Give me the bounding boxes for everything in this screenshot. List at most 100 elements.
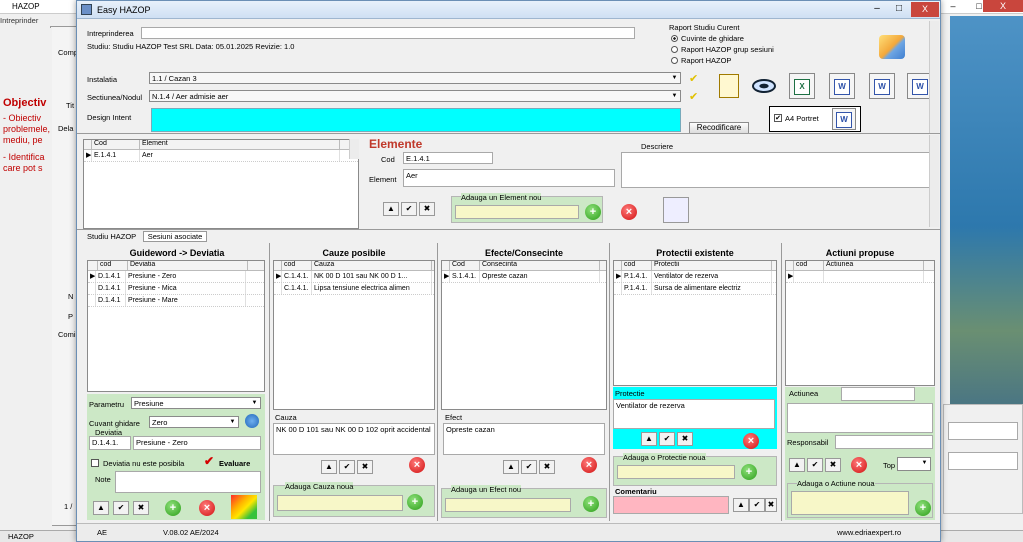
tab-sesiuni-asociate[interactable]: Sesiuni asociate [143, 231, 207, 242]
guideword-grid[interactable]: cod Deviatia ▶ D.1.4.1 Presiune - Zero D.1.… [87, 260, 265, 392]
cancel-x-button[interactable]: ✖ [539, 460, 555, 474]
cancel-x-button[interactable]: ✖ [677, 432, 693, 446]
raport-option-2[interactable]: Raport HAZOP [671, 56, 771, 66]
window-titlebar[interactable]: Easy HAZOP – □ X [77, 1, 940, 19]
actiunea-field[interactable] [787, 403, 933, 433]
taskbar-label[interactable]: HAZOP [8, 532, 34, 541]
actiunea-code-field[interactable] [841, 387, 915, 401]
raport-option-0[interactable]: Cuvinte de ghidare [671, 34, 771, 44]
deviatia-field[interactable]: Presiune - Zero [133, 436, 261, 450]
word-portrait-icon[interactable]: W [832, 108, 856, 130]
cauze-grid[interactable]: cod Cauza ▶ C.1.4.1. NK 00 D 101 sau NK 00 … [273, 260, 435, 410]
protectie-field[interactable]: Ventilator de rezerva [613, 399, 775, 429]
save-check-button[interactable]: ✔ [749, 498, 765, 512]
evaluare-check-icon[interactable]: ✔ [204, 454, 214, 468]
up-arrow-button[interactable]: ▲ [789, 458, 805, 472]
design-intent-field[interactable] [151, 108, 681, 132]
note-field[interactable] [115, 471, 261, 493]
adauga-efect-field[interactable] [445, 498, 571, 512]
cuvant-select[interactable]: Zero ▼ [149, 416, 239, 428]
cauza-field[interactable]: NK 00 D 101 sau NK 00 D 102 oprit accide… [273, 423, 435, 455]
close-button[interactable]: X [911, 2, 939, 17]
efect-field[interactable]: Opreste cazan [443, 423, 605, 455]
adauga-actiune-field[interactable] [791, 491, 909, 515]
protectii-grid[interactable]: cod Protectii ▶ P.1.4.1. Ventilator de reze… [613, 260, 777, 386]
cancel-x-button[interactable]: ✖ [825, 458, 841, 472]
table-row[interactable]: ▶ D.1.4.1 Presiune - Zero [88, 271, 264, 283]
status-website[interactable]: www.edriaexpert.ro [837, 528, 901, 537]
excel-export-icon[interactable]: X [789, 73, 815, 99]
save-check-button[interactable]: ✔ [401, 202, 417, 216]
word-export-icon[interactable]: W [869, 73, 895, 99]
elemente-panel-scrollbar[interactable] [929, 135, 939, 227]
bg-close-button[interactable]: X [983, 0, 1023, 12]
table-row[interactable]: ▶ E.1.4.1 Aer [84, 150, 358, 162]
word-export-icon[interactable]: W [829, 73, 855, 99]
table-row[interactable]: P.1.4.1. Sursa de alimentare electriz [614, 283, 776, 295]
delete-x-icon[interactable]: × [581, 457, 597, 473]
cancel-x-button[interactable]: ✖ [419, 202, 435, 216]
delete-x-icon[interactable]: × [409, 457, 425, 473]
save-check-button[interactable]: ✔ [339, 460, 355, 474]
delete-x-icon[interactable]: × [851, 457, 867, 473]
sectiunea-select[interactable]: N.1.4 / Aer admisie aer ▼ [149, 90, 681, 102]
delete-x-icon[interactable]: × [743, 433, 759, 449]
top-select[interactable]: ▼ [897, 457, 931, 471]
adauga-protectie-field[interactable] [617, 465, 735, 479]
check-icon[interactable]: ✔ [689, 90, 698, 103]
up-arrow-button[interactable]: ▲ [641, 432, 657, 446]
save-check-button[interactable]: ✔ [521, 460, 537, 474]
raport-option-1[interactable]: Raport HAZOP grup sesiuni [671, 45, 781, 55]
efecte-grid[interactable]: Cod Consecinta ▶ S.1.4.1. Opreste cazan [441, 260, 607, 410]
a4-portret-checkbox[interactable]: ✔ [774, 114, 782, 122]
actiuni-grid[interactable]: cod Actiunea ▶ [785, 260, 935, 386]
parametru-select[interactable]: Presiune ▼ [131, 397, 261, 409]
add-plus-icon[interactable]: + [585, 204, 601, 220]
elem-element-field[interactable]: Aer [403, 169, 615, 187]
deviatia-cod-field[interactable]: D.1.4.1. [89, 436, 131, 450]
bg-right-field[interactable] [948, 452, 1018, 470]
bg-minimize-button[interactable]: – [940, 0, 966, 12]
header-scrollbar[interactable] [929, 21, 939, 133]
table-row[interactable]: ▶ C.1.4.1. NK 00 D 101 sau NK 00 D 1... [274, 271, 434, 283]
up-arrow-button[interactable]: ▲ [383, 202, 399, 216]
up-arrow-button[interactable]: ▲ [733, 498, 749, 512]
deviatia-nu-posibila-checkbox[interactable] [91, 459, 99, 467]
elemente-scrollbar[interactable] [349, 139, 359, 159]
maximize-button[interactable]: □ [889, 3, 909, 14]
table-row[interactable]: D.1.4.1 Presiune - Mica [88, 283, 264, 295]
responsabil-field[interactable] [835, 435, 933, 449]
up-arrow-button[interactable]: ▲ [321, 460, 337, 474]
cancel-x-button[interactable]: ✖ [357, 460, 373, 474]
delete-x-icon[interactable]: × [199, 500, 215, 516]
adauga-cauza-field[interactable] [277, 495, 403, 511]
risk-matrix-icon[interactable] [231, 495, 257, 519]
elem-cod-field[interactable]: E.1.4.1 [403, 152, 493, 164]
save-check-button[interactable]: ✔ [113, 501, 129, 515]
add-plus-icon[interactable]: + [741, 464, 757, 480]
add-plus-icon[interactable]: + [165, 500, 181, 516]
cancel-x-button[interactable]: ✖ [765, 498, 777, 512]
adauga-element-field[interactable] [455, 205, 579, 219]
bg-right-field[interactable] [948, 422, 1018, 440]
descriere-field[interactable] [621, 152, 931, 188]
eye-icon[interactable] [752, 79, 776, 93]
save-check-button[interactable]: ✔ [807, 458, 823, 472]
tab-studiu-hazop[interactable]: Studiu HAZOP [87, 232, 136, 241]
cancel-x-button[interactable]: ✖ [133, 501, 149, 515]
report-settings-icon[interactable] [879, 35, 905, 59]
instalatia-select[interactable]: 1.1 / Cazan 3 ▼ [149, 72, 681, 84]
elemente-grid[interactable]: Cod Element ▶ E.1.4.1 Aer [83, 139, 359, 229]
check-icon[interactable]: ✔ [689, 72, 698, 85]
table-row[interactable]: D.1.4.1 Presiune - Mare [88, 295, 264, 307]
up-arrow-button[interactable]: ▲ [93, 501, 109, 515]
table-row[interactable]: ▶ S.1.4.1. Opreste cazan [442, 271, 606, 283]
add-plus-icon[interactable]: + [407, 494, 423, 510]
table-row[interactable]: ▶ [786, 271, 934, 283]
save-check-button[interactable]: ✔ [659, 432, 675, 446]
document-icon[interactable] [719, 74, 739, 98]
delete-x-icon[interactable]: × [621, 204, 637, 220]
add-plus-icon[interactable]: + [915, 500, 931, 516]
up-arrow-button[interactable]: ▲ [503, 460, 519, 474]
intreprindere-field[interactable] [141, 27, 635, 39]
